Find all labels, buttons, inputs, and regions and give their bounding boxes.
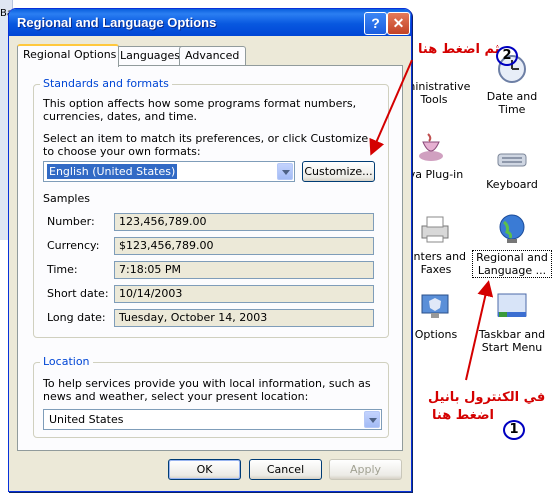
cancel-button[interactable]: Cancel — [249, 459, 322, 480]
apply-button[interactable]: Apply — [329, 459, 402, 480]
dialog-title: Regional and Language Options — [17, 15, 217, 30]
regional-and-language-label: Regional and Language ... — [472, 250, 552, 278]
taskbar-icon — [495, 290, 529, 324]
options-item[interactable]: Options — [410, 290, 476, 341]
printers-and-faxes-label: rinters and Faxes — [410, 250, 467, 276]
administrative-tools-item[interactable]: dministrative Tools — [410, 80, 474, 106]
sample-value-number: 123,456,789.00 — [114, 213, 374, 231]
sample-label-currency: Currency: — [47, 239, 100, 252]
taskbar-and-start-menu-label: Taskbar and Start Menu — [478, 328, 546, 354]
tab-regional-options[interactable]: Regional Options — [17, 44, 119, 67]
select-prompt: Select an item to match its preferences,… — [43, 132, 369, 158]
regional-language-dialog: Regional and Language Options ? ✕ Region… — [8, 8, 412, 492]
date-and-time-label: Date and Time — [486, 90, 538, 116]
keyboard-label: Keyboard — [486, 178, 538, 191]
location-dropdown[interactable]: United States — [43, 409, 382, 430]
printers-and-faxes-item[interactable]: rinters and Faxes — [410, 212, 476, 276]
format-value: English (United States) — [47, 164, 178, 179]
tab-advanced[interactable]: Advanced — [179, 46, 246, 65]
globe-icon — [495, 212, 529, 246]
step1-annotation-line2: اضغط هنا — [432, 408, 495, 423]
location-group-title: Location — [40, 355, 93, 368]
sample-label-long-date: Long date: — [47, 311, 106, 324]
keyboard-icon — [495, 140, 529, 174]
sample-label-short-date: Short date: — [47, 287, 109, 300]
chevron-down-icon[interactable] — [364, 411, 380, 428]
customize-button[interactable]: Customize... — [302, 161, 375, 182]
chevron-down-icon[interactable] — [277, 163, 293, 180]
tab-languages[interactable]: Languages — [114, 46, 184, 65]
location-description: To help services provide you with local … — [43, 377, 371, 403]
dialog-titlebar[interactable]: Regional and Language Options ? ✕ — [9, 9, 411, 36]
step2-number: 2 — [496, 46, 518, 66]
sample-value-currency: $123,456,789.00 — [114, 237, 374, 255]
monitor-shield-icon — [418, 290, 452, 324]
close-button[interactable]: ✕ — [387, 12, 410, 35]
regional-options-panel: Standards and formats This option affect… — [17, 65, 403, 451]
keyboard-item[interactable]: Keyboard — [472, 140, 552, 191]
printer-icon — [418, 212, 452, 246]
java-plugin-label: va Plug-in — [410, 168, 464, 181]
step1-number: 1 — [503, 420, 525, 440]
sample-value-long-date: Tuesday, October 14, 2003 — [114, 309, 374, 327]
step2-annotation: ثم اضغط هنا — [418, 42, 500, 57]
samples-title: Samples — [43, 192, 90, 205]
java-plugin-item[interactable]: va Plug-in — [410, 130, 476, 181]
sample-label-time: Time: — [47, 263, 78, 276]
taskbar-and-start-menu-item[interactable]: Taskbar and Start Menu — [472, 290, 552, 354]
standards-group-title: Standards and formats — [40, 77, 172, 90]
regional-and-language-item[interactable]: Regional and Language ... — [472, 212, 552, 278]
options-label: Options — [414, 328, 458, 341]
standards-description: This option affects how some programs fo… — [43, 97, 357, 123]
help-button[interactable]: ? — [364, 12, 387, 35]
administrative-tools-label: dministrative Tools — [410, 80, 471, 106]
ok-button[interactable]: OK — [168, 459, 241, 480]
sample-value-short-date: 10/14/2003 — [114, 285, 374, 303]
location-value: United States — [49, 413, 124, 426]
format-dropdown[interactable]: English (United States) — [43, 161, 295, 182]
sample-label-number: Number: — [47, 215, 95, 228]
sample-value-time: 7:18:05 PM — [114, 261, 374, 279]
step1-annotation-line1: في الكنترول بانيل — [428, 390, 546, 405]
java-cup-icon — [414, 130, 448, 164]
